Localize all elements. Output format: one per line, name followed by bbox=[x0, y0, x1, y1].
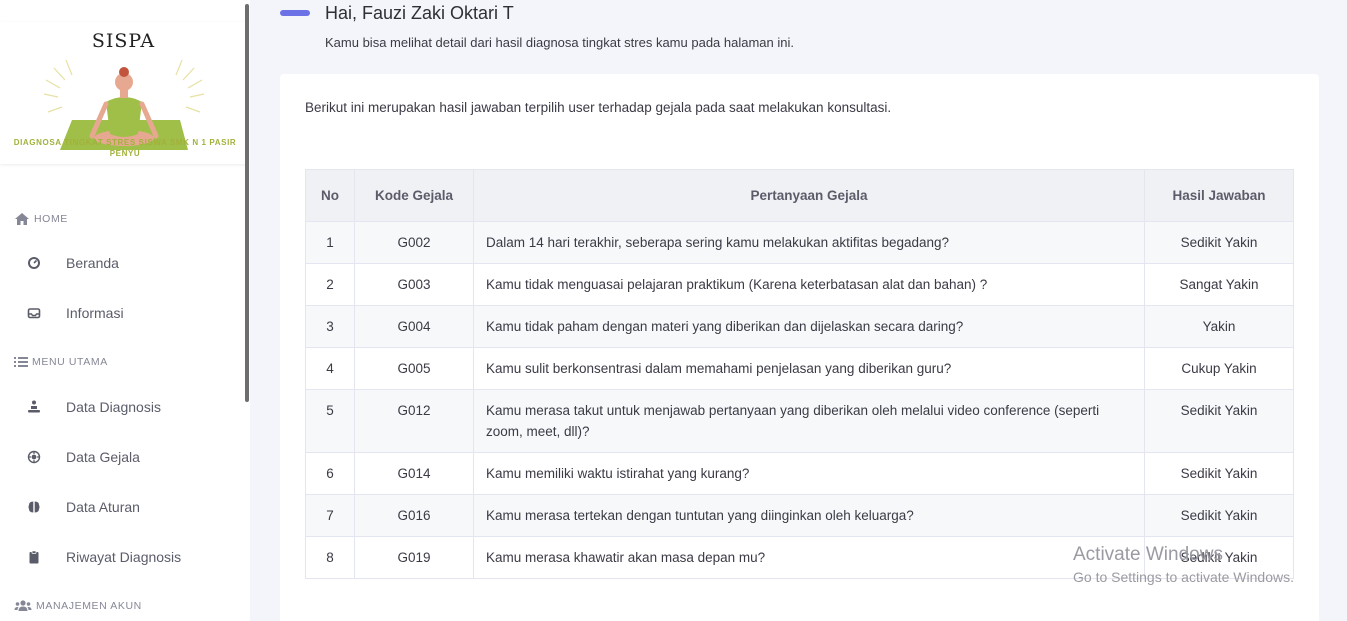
cell-hasil: Sangat Yakin bbox=[1144, 263, 1294, 306]
dashboard-icon bbox=[28, 257, 40, 269]
cell-no: 8 bbox=[305, 536, 355, 579]
column-header-pertanyaan-gejala[interactable]: Pertanyaan Gejala bbox=[473, 169, 1145, 222]
brain-icon bbox=[28, 501, 40, 513]
page-subtitle: Kamu bisa melihat detail dari hasil diag… bbox=[325, 35, 794, 50]
cell-kode: G002 bbox=[354, 221, 474, 264]
table-row: 3 G004 Kamu tidak paham dengan materi ya… bbox=[305, 305, 1294, 348]
cell-pertanyaan: Kamu merasa tertekan dengan tuntutan yan… bbox=[473, 494, 1145, 537]
sidebar-item-data-aturan[interactable]: Data Aturan bbox=[0, 487, 247, 527]
cell-hasil: Sedikit Yakin bbox=[1144, 389, 1294, 453]
brand-logo-block[interactable]: SISPA DIAGNOSA TINGKAT STRES SISWA SMK N… bbox=[0, 22, 247, 164]
cell-hasil: Sedikit Yakin bbox=[1144, 494, 1294, 537]
cell-kode: G004 bbox=[354, 305, 474, 348]
cell-no: 4 bbox=[305, 347, 355, 390]
cell-no: 2 bbox=[305, 263, 355, 306]
cell-pertanyaan: Kamu merasa khawatir akan masa depan mu? bbox=[473, 536, 1145, 579]
brand-subtitle: DIAGNOSA TINGKAT STRES SISWA SMK N 1 PAS… bbox=[13, 138, 237, 158]
virus-icon bbox=[27, 450, 41, 464]
table-row: 4 G005 Kamu sulit berkonsentrasi dalam m… bbox=[305, 347, 1294, 390]
sidebar-item-riwayat-diagnosis[interactable]: Riwayat Diagnosis bbox=[0, 537, 247, 577]
cell-hasil: Cukup Yakin bbox=[1144, 347, 1294, 390]
sidebar-item-label: Data Aturan bbox=[66, 499, 140, 515]
card-description: Berikut ini merupakan hasil jawaban terp… bbox=[305, 100, 892, 115]
cell-pertanyaan: Dalam 14 hari terakhir, seberapa sering … bbox=[473, 221, 1145, 264]
table-row: 2 G003 Kamu tidak menguasai pelajaran pr… bbox=[305, 263, 1294, 306]
cell-hasil: Sedikit Yakin bbox=[1144, 221, 1294, 264]
cell-kode: G014 bbox=[354, 452, 474, 495]
cell-pertanyaan: Kamu memiliki waktu istirahat yang kuran… bbox=[473, 452, 1145, 495]
sidebar: SISPA DIAGNOSA TINGKAT STRES SISWA SMK N… bbox=[0, 0, 250, 621]
home-icon bbox=[15, 213, 29, 225]
answers-table: No Kode Gejala Pertanyaan Gejala Hasil J… bbox=[305, 169, 1294, 579]
section-manajemen-akun-label: MANAJEMEN AKUN bbox=[36, 600, 142, 612]
cell-no: 1 bbox=[305, 221, 355, 264]
sidebar-item-label: Riwayat Diagnosis bbox=[66, 549, 182, 565]
page-title: Hai, Fauzi Zaki Oktari T bbox=[325, 3, 514, 23]
cell-no: 7 bbox=[305, 494, 355, 537]
section-menu-utama: MENU UTAMA bbox=[14, 356, 108, 368]
column-header-kode-gejala[interactable]: Kode Gejala bbox=[354, 169, 474, 222]
cell-kode: G003 bbox=[354, 263, 474, 306]
sidebar-item-label: Beranda bbox=[66, 255, 119, 271]
list-icon bbox=[14, 357, 28, 367]
cell-pertanyaan: Kamu tidak menguasai pelajaran praktikum… bbox=[473, 263, 1145, 306]
cell-kode: G019 bbox=[354, 536, 474, 579]
section-home-label: HOME bbox=[34, 213, 68, 225]
clipboard-icon bbox=[29, 550, 39, 564]
table-header-row: No Kode Gejala Pertanyaan Gejala Hasil J… bbox=[305, 169, 1294, 222]
sidebar-item-data-diagnosis[interactable]: Data Diagnosis bbox=[0, 387, 247, 427]
cell-hasil: Yakin bbox=[1144, 305, 1294, 348]
cell-no: 3 bbox=[305, 305, 355, 348]
table-row: 8 G019 Kamu merasa khawatir akan masa de… bbox=[305, 536, 1294, 579]
table-row: 6 G014 Kamu memiliki waktu istirahat yan… bbox=[305, 452, 1294, 495]
cell-kode: G016 bbox=[354, 494, 474, 537]
sidebar-item-data-gejala[interactable]: Data Gejala bbox=[0, 437, 247, 477]
cell-pertanyaan: Kamu tidak paham dengan materi yang dibe… bbox=[473, 305, 1145, 348]
greeting-accent-bar bbox=[280, 10, 310, 16]
sidebar-scrollbar[interactable] bbox=[245, 4, 249, 402]
sidebar-item-label: Informasi bbox=[66, 305, 124, 321]
column-header-no[interactable]: No bbox=[305, 169, 355, 222]
result-card: Berikut ini merupakan hasil jawaban terp… bbox=[280, 74, 1319, 621]
cell-pertanyaan: Kamu sulit berkonsentrasi dalam memahami… bbox=[473, 347, 1145, 390]
sidebar-item-label: Data Diagnosis bbox=[66, 399, 161, 415]
cell-no: 6 bbox=[305, 452, 355, 495]
cell-kode: G005 bbox=[354, 347, 474, 390]
section-menu-utama-label: MENU UTAMA bbox=[32, 356, 108, 368]
cell-hasil: Sedikit Yakin bbox=[1144, 536, 1294, 579]
sidebar-item-informasi[interactable]: Informasi bbox=[0, 293, 247, 333]
table-row: 1 G002 Dalam 14 hari terakhir, seberapa … bbox=[305, 221, 1294, 264]
brand-title: SISPA bbox=[91, 30, 156, 52]
cell-pertanyaan: Kamu merasa takut untuk menjawab pertany… bbox=[473, 389, 1145, 453]
section-home: HOME bbox=[14, 212, 68, 226]
column-header-hasil-jawaban[interactable]: Hasil Jawaban bbox=[1144, 169, 1294, 222]
meditation-icon bbox=[28, 400, 40, 413]
table-row: 7 G016 Kamu merasa tertekan dengan tuntu… bbox=[305, 494, 1294, 537]
sidebar-item-label: Data Gejala bbox=[66, 449, 140, 465]
sidebar-item-beranda[interactable]: Beranda bbox=[0, 243, 247, 283]
section-manajemen-akun: MANAJEMEN AKUN bbox=[14, 600, 142, 612]
inbox-icon bbox=[27, 308, 41, 319]
table-row: 5 G012 Kamu merasa takut untuk menjawab … bbox=[305, 389, 1294, 453]
cell-kode: G012 bbox=[354, 389, 474, 453]
cell-no: 5 bbox=[305, 389, 355, 453]
cell-hasil: Sedikit Yakin bbox=[1144, 452, 1294, 495]
users-icon bbox=[14, 600, 32, 611]
